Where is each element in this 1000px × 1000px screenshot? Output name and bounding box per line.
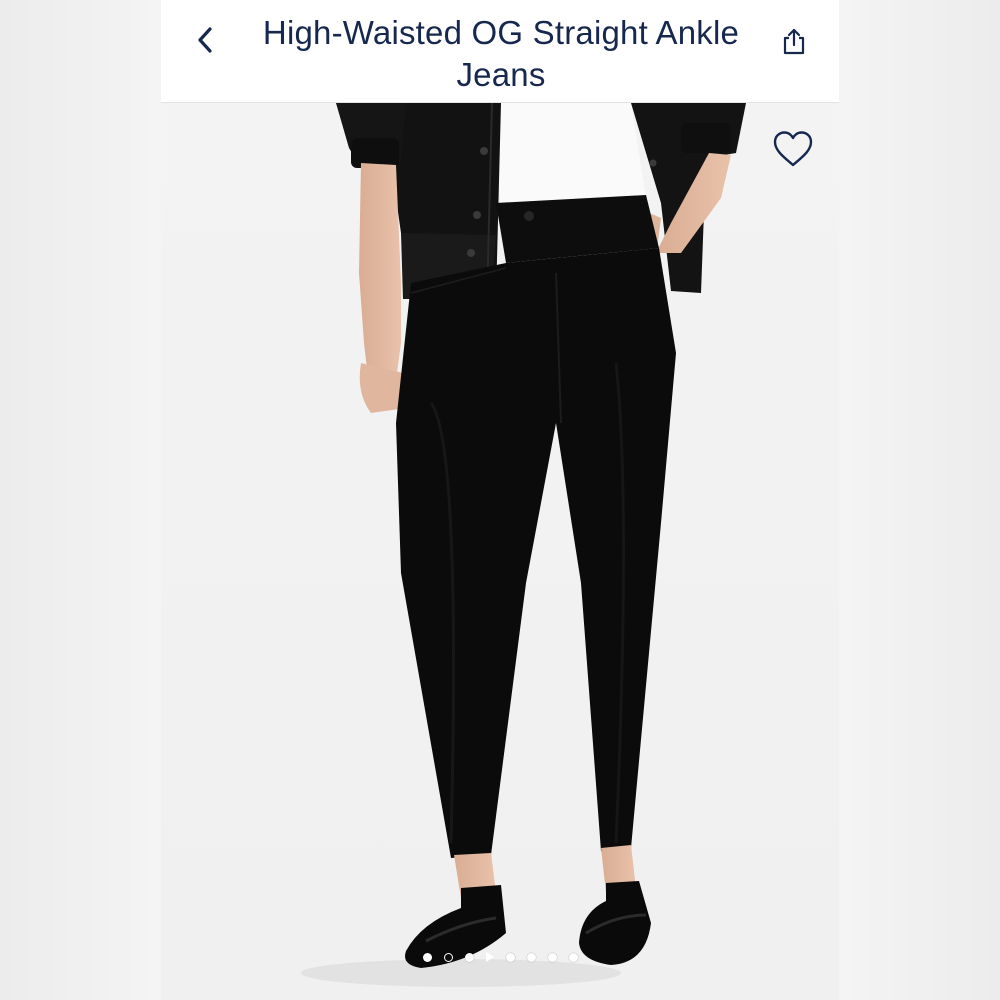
- product-photo[interactable]: [161, 103, 839, 1000]
- carousel-dot[interactable]: [422, 952, 432, 962]
- heart-outline-icon: [773, 131, 813, 167]
- app-screen: High-Waisted OG Straight Ankle Jeans: [161, 0, 839, 1000]
- share-button[interactable]: [773, 20, 815, 62]
- page-title: High-Waisted OG Straight Ankle Jeans: [262, 14, 740, 93]
- carousel-dot[interactable]: [547, 952, 557, 962]
- chevron-left-icon: [198, 27, 212, 53]
- top-header: High-Waisted OG Straight Ankle Jeans: [161, 0, 839, 103]
- carousel-dot[interactable]: [443, 952, 453, 962]
- carousel-dot[interactable]: [568, 952, 578, 962]
- image-carousel-pagination: [161, 949, 839, 965]
- carousel-video-indicator[interactable]: [485, 952, 494, 962]
- back-button[interactable]: [185, 20, 225, 60]
- share-icon: [783, 28, 805, 55]
- carousel-dot[interactable]: [505, 952, 515, 962]
- favorite-button[interactable]: [769, 125, 817, 173]
- carousel-dot[interactable]: [526, 952, 536, 962]
- model-wearing-jeans-illustration: [161, 103, 839, 1000]
- carousel-dot[interactable]: [464, 952, 474, 962]
